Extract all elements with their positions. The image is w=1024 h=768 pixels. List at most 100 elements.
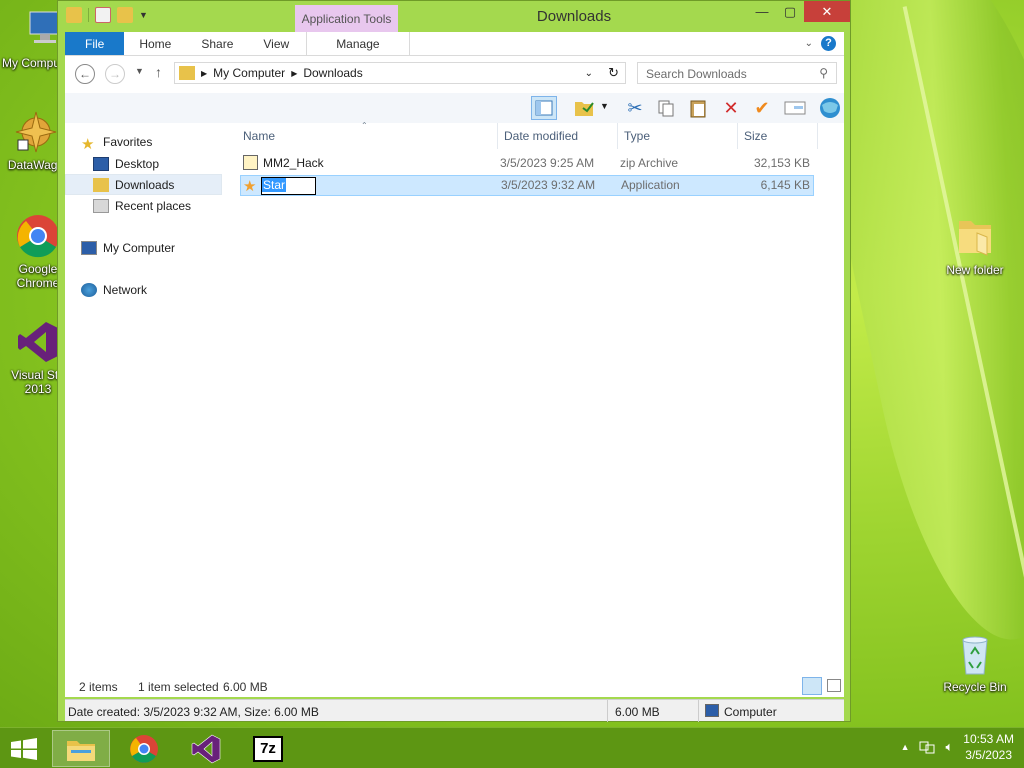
up-button[interactable]: ↑ xyxy=(155,64,162,80)
tab-view[interactable]: View xyxy=(248,32,304,55)
breadcrumb-separator-icon: ▶ xyxy=(291,68,298,78)
desktop-icon-recycle-bin[interactable]: Recycle Bin xyxy=(939,632,1011,694)
tab-share[interactable]: Share xyxy=(186,32,248,55)
paste-icon[interactable] xyxy=(685,96,711,120)
nav-favorites[interactable]: ★ Favorites xyxy=(81,131,239,153)
preview-pane-icon[interactable] xyxy=(531,96,557,120)
ribbon-right-controls: ⌄ ? xyxy=(805,36,836,51)
breadcrumb-downloads[interactable]: Downloads xyxy=(303,66,362,80)
file-date: 3/5/2023 9:25 AM xyxy=(500,156,595,170)
address-bar[interactable]: ▶ My Computer ▶ Downloads ⌄ ↻ xyxy=(174,62,626,84)
details-view-icon[interactable] xyxy=(802,677,822,695)
search-placeholder: Search Downloads xyxy=(646,67,747,81)
ribbon-tabs: File Home Share View Manage ⌄ ? xyxy=(65,32,844,56)
window-controls: — ▢ ✕ xyxy=(748,1,850,22)
computer-icon xyxy=(81,240,97,255)
forward-button[interactable]: → xyxy=(105,64,125,84)
move-to-dropdown-icon[interactable]: ▼ xyxy=(600,101,609,111)
back-button[interactable]: ← xyxy=(75,64,95,84)
computer-icon xyxy=(16,8,61,52)
file-list: ⌃ Name Date modified Type Size MM2_Hack … xyxy=(231,121,844,673)
command-toolbar: ▼ ✂ ✕ ✔ xyxy=(65,93,844,123)
address-dropdown-icon[interactable]: ⌄ xyxy=(585,68,593,79)
nav-my-computer[interactable]: My Computer xyxy=(81,237,239,258)
minimize-button[interactable]: — xyxy=(748,1,776,22)
properties-view-icon[interactable] xyxy=(782,96,808,120)
file-row[interactable]: MM2_Hack 3/5/2023 9:25 AM zip Archive 32… xyxy=(240,153,814,174)
taskbar-google-chrome[interactable] xyxy=(115,730,173,767)
details-size: 6.00 MB xyxy=(615,705,660,719)
column-date-modified[interactable]: Date modified xyxy=(504,129,578,143)
column-size[interactable]: Size xyxy=(744,129,767,143)
search-input[interactable]: Search Downloads ⚲ xyxy=(637,62,837,84)
title-bar[interactable]: ▼ Application Tools Downloads — ▢ ✕ xyxy=(58,1,850,32)
rename-input[interactable]: Star xyxy=(261,177,316,195)
tab-home[interactable]: Home xyxy=(124,32,186,55)
column-name[interactable]: Name xyxy=(243,129,275,143)
file-size: 6,145 KB xyxy=(760,178,810,192)
selected-size: 6.00 MB xyxy=(223,680,268,694)
tab-manage[interactable]: Manage xyxy=(306,32,410,55)
address-row: ← → ▼ ↑ ▶ My Computer ▶ Downloads ⌄ ↻ Se… xyxy=(65,56,844,93)
chrome-icon xyxy=(130,734,158,763)
column-divider[interactable] xyxy=(737,123,738,149)
visual-studio-icon xyxy=(191,734,221,763)
taskbar-file-explorer[interactable] xyxy=(52,730,110,767)
desktop-icon-label: New folder xyxy=(946,263,1004,277)
column-divider[interactable] xyxy=(617,123,618,149)
copy-icon[interactable] xyxy=(653,96,679,120)
help-icon[interactable]: ? xyxy=(821,36,836,51)
breadcrumb-my-computer[interactable]: My Computer xyxy=(213,66,285,80)
navigation-pane: ★ Favorites Desktop Downloads Recent pla… xyxy=(65,123,231,673)
file-size: 32,153 KB xyxy=(753,156,810,170)
nav-network[interactable]: Network xyxy=(81,279,239,300)
details-text: Date created: 3/5/2023 9:32 AM, Size: 6.… xyxy=(68,705,319,719)
network-globe-icon[interactable] xyxy=(817,96,843,120)
window-title: Downloads xyxy=(536,8,612,25)
sort-ascending-icon: ⌃ xyxy=(361,121,368,130)
start-button[interactable] xyxy=(10,738,38,763)
cut-icon[interactable]: ✂ xyxy=(622,96,648,120)
file-explorer-icon xyxy=(67,740,95,761)
nav-label: My Computer xyxy=(103,240,176,255)
maximize-button[interactable]: ▢ xyxy=(776,1,804,22)
nav-downloads[interactable]: Downloads xyxy=(65,174,222,195)
tab-file[interactable]: File xyxy=(65,32,125,55)
details-bar: Date created: 3/5/2023 9:32 AM, Size: 6.… xyxy=(65,699,844,722)
recycle-bin-icon xyxy=(953,632,997,676)
datawagon-icon xyxy=(14,110,58,154)
network-status-icon[interactable] xyxy=(919,740,935,754)
downloads-folder-icon xyxy=(93,177,109,192)
nav-recent-places[interactable]: Recent places xyxy=(93,195,251,216)
star-icon: ★ xyxy=(81,135,95,153)
refresh-icon[interactable]: ↻ xyxy=(608,65,619,81)
close-button[interactable]: ✕ xyxy=(804,1,850,22)
nav-label: Desktop xyxy=(115,156,160,171)
application-star-icon: ★ xyxy=(243,178,257,195)
file-row-selected[interactable]: ★ Star 3/5/2023 9:32 AM Application 6,14… xyxy=(240,175,814,196)
column-type[interactable]: Type xyxy=(624,129,650,143)
details-divider xyxy=(698,700,699,722)
volume-icon[interactable]: 🔈︎ xyxy=(945,739,953,755)
large-icons-view-icon[interactable] xyxy=(827,679,841,692)
nav-label: Network xyxy=(103,282,148,297)
show-hidden-icons-icon[interactable]: ▲ xyxy=(901,742,910,752)
file-type: Application xyxy=(621,178,680,192)
taskbar-7zip[interactable]: 7z xyxy=(239,730,297,767)
details-location: Computer xyxy=(724,705,777,719)
selected-count: 1 item selected xyxy=(138,680,219,694)
explorer-window: ▼ Application Tools Downloads — ▢ ✕ File… xyxy=(57,0,851,722)
rename-checkmark-icon[interactable]: ✔ xyxy=(749,96,775,120)
expand-ribbon-icon[interactable]: ⌄ xyxy=(805,38,813,49)
taskbar: 7z ▲ 🔈︎ 10:53 AM 3/5/2023 xyxy=(0,727,1024,768)
clock[interactable]: 10:53 AM 3/5/2023 xyxy=(963,731,1014,763)
desktop-icon-new-folder[interactable]: New folder xyxy=(939,215,1011,277)
column-divider[interactable] xyxy=(497,123,498,149)
recent-locations-icon[interactable]: ▼ xyxy=(135,66,144,76)
details-divider xyxy=(607,700,608,722)
nav-desktop[interactable]: Desktop xyxy=(93,153,251,174)
delete-icon[interactable]: ✕ xyxy=(718,96,744,120)
column-divider[interactable] xyxy=(817,123,818,149)
taskbar-visual-studio[interactable] xyxy=(177,730,235,767)
move-to-icon[interactable] xyxy=(571,96,597,120)
